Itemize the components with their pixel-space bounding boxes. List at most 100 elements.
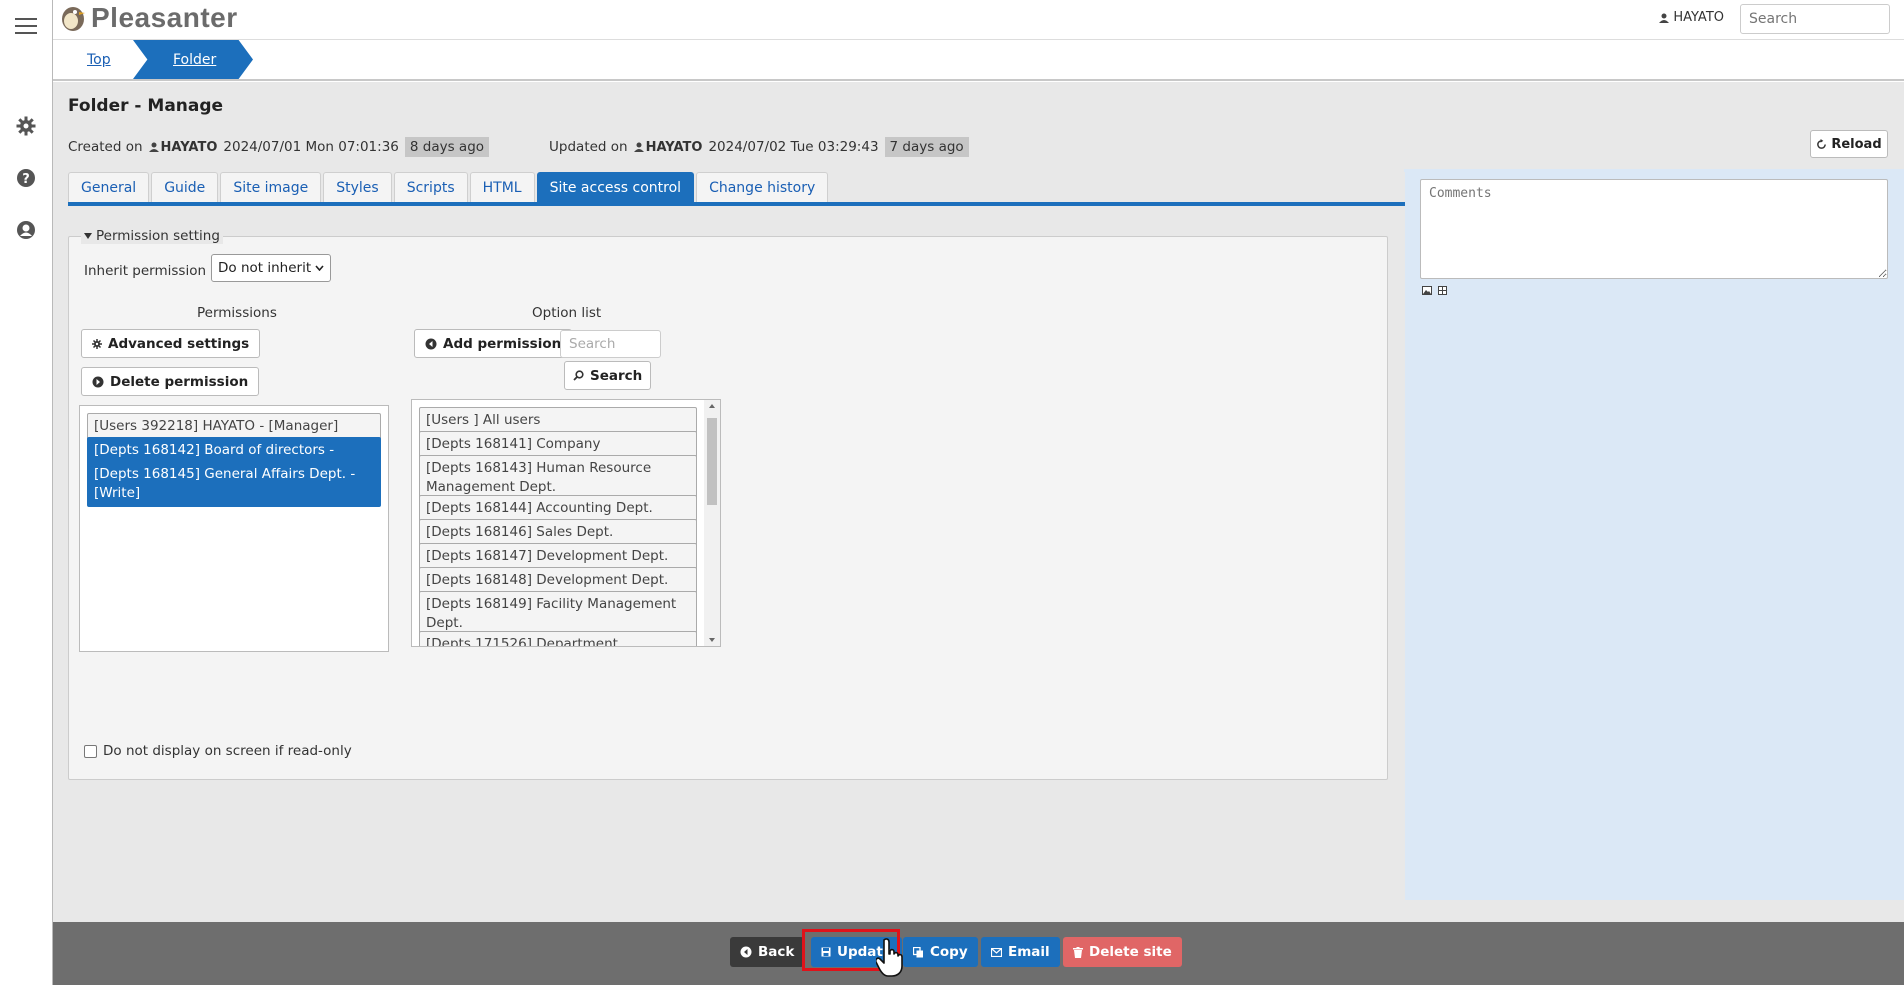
tab-change-history[interactable]: Change history: [696, 172, 829, 202]
tab-strip: General Guide Site image Styles Scripts …: [68, 172, 829, 202]
tab-styles[interactable]: Styles: [323, 172, 392, 202]
reload-label: Reload: [1831, 136, 1882, 152]
main-content: Folder - Manage Created on HAYATO 2024/0…: [53, 82, 1904, 922]
page-title: Folder - Manage: [68, 96, 224, 116]
option-search-input[interactable]: Search: [560, 330, 661, 358]
pleasanter-bird-icon: [62, 7, 85, 31]
updated-label: Updated on: [549, 139, 628, 155]
updated-ago-badge: 7 days ago: [884, 137, 969, 157]
tab-guide[interactable]: Guide: [151, 172, 219, 202]
envelope-icon: [991, 947, 1002, 957]
gear-icon: [92, 338, 102, 349]
app-logo[interactable]: Pleasanter: [59, 2, 238, 34]
delete-permission-button[interactable]: Delete permission: [81, 367, 260, 396]
inherit-permission-value: Do not inherit: [218, 260, 312, 276]
breadcrumb: Top Folder: [53, 40, 1904, 81]
breadcrumb-folder-link[interactable]: Folder: [133, 40, 253, 79]
arrow-right-circle-icon: [92, 376, 104, 387]
email-label: Email: [1008, 944, 1050, 960]
help-icon[interactable]: ?: [12, 164, 40, 192]
gear-icon[interactable]: [12, 112, 40, 140]
advanced-settings-button[interactable]: Advanced settings: [81, 329, 261, 358]
created-user-name: HAYATO: [160, 139, 218, 155]
back-arrow-icon: [740, 946, 752, 958]
add-permission-button[interactable]: Add permission: [414, 329, 573, 358]
option-item[interactable]: [Users ] All users: [419, 407, 697, 434]
left-rail: ?: [0, 0, 53, 985]
created-timestamp: 2024/07/01 Mon 07:01:36: [223, 139, 399, 155]
updated-timestamp: 2024/07/02 Tue 03:29:43: [708, 139, 879, 155]
permissions-listbox[interactable]: [Users 392218] HAYATO - [Manager] [Depts…: [79, 405, 389, 652]
created-user[interactable]: HAYATO: [148, 139, 218, 155]
top-header: Pleasanter HAYATO: [53, 0, 1904, 40]
option-item[interactable]: [Depts 168146] Sales Dept.: [419, 519, 697, 546]
tab-general[interactable]: General: [68, 172, 150, 202]
readonly-checkbox[interactable]: [84, 744, 97, 758]
global-search-input[interactable]: [1740, 4, 1890, 34]
manage-tabs-panel: General Guide Site image Styles Scripts …: [68, 172, 1405, 900]
tab-site-access-control[interactable]: Site access control: [536, 172, 695, 202]
permissions-heading: Permissions: [197, 305, 277, 321]
updated-user-name: HAYATO: [645, 139, 703, 155]
permission-item[interactable]: [Depts 168145] General Affairs Dept. - […: [87, 461, 381, 507]
copy-label: Copy: [930, 944, 968, 960]
updated-user[interactable]: HAYATO: [633, 139, 703, 155]
tab-underline: [68, 202, 1405, 206]
delete-site-button[interactable]: Delete site: [1063, 937, 1182, 967]
trash-icon: [1073, 946, 1083, 958]
scrollbar-thumb[interactable]: [707, 418, 717, 505]
user-icon: [1659, 13, 1670, 23]
reload-button[interactable]: Reload: [1810, 130, 1888, 158]
tab-scripts[interactable]: Scripts: [393, 172, 468, 202]
svg-text:?: ?: [22, 172, 30, 187]
option-item[interactable]: [Depts 168141] Company: [419, 431, 697, 458]
chevron-down-icon: [315, 265, 324, 271]
hand-pointer-cursor-icon: [876, 938, 903, 977]
scroll-down-arrow-icon[interactable]: [704, 634, 720, 646]
collapse-triangle-icon: [84, 233, 92, 239]
hamburger-menu-icon[interactable]: [12, 12, 40, 40]
tab-html[interactable]: HTML: [469, 172, 535, 202]
email-button[interactable]: Email: [981, 937, 1060, 967]
reload-icon: [1817, 138, 1827, 149]
back-button[interactable]: Back: [730, 937, 805, 967]
advanced-settings-label: Advanced settings: [108, 335, 250, 352]
option-item[interactable]: [Depts 168144] Accounting Dept.: [419, 495, 697, 522]
permission-setting-title: Permission setting: [96, 228, 220, 244]
user-icon: [633, 142, 644, 152]
back-label: Back: [758, 944, 795, 960]
scroll-up-arrow-icon[interactable]: [704, 400, 720, 412]
table-insert-icon[interactable]: [1438, 286, 1447, 295]
copy-button[interactable]: Copy: [903, 937, 978, 967]
image-upload-icon[interactable]: [1422, 286, 1432, 295]
inherit-permission-select[interactable]: Do not inherit: [211, 254, 331, 282]
record-meta: Created on HAYATO 2024/07/01 Mon 07:01:3…: [68, 137, 969, 157]
action-bar: Back Update Copy Email Delete site: [53, 922, 1904, 985]
app-name: Pleasanter: [91, 2, 238, 33]
comments-textarea[interactable]: [1420, 179, 1888, 279]
readonly-checkbox-row[interactable]: Do not display on screen if read-only: [84, 743, 352, 759]
delete-permission-label: Delete permission: [110, 373, 249, 390]
permission-setting-legend[interactable]: Permission setting: [81, 228, 223, 244]
copy-icon: [913, 946, 923, 957]
delete-site-label: Delete site: [1089, 944, 1172, 960]
comments-pane: [1404, 169, 1904, 900]
tab-site-image[interactable]: Site image: [220, 172, 322, 202]
user-icon: [148, 142, 159, 152]
add-permission-label: Add permission: [443, 335, 562, 352]
option-listbox[interactable]: [Users ] All users [Depts 168141] Compan…: [411, 399, 721, 647]
user-account-icon[interactable]: [12, 216, 40, 244]
option-search-label: Search: [590, 367, 643, 384]
created-label: Created on: [68, 139, 143, 155]
readonly-checkbox-label: Do not display on screen if read-only: [103, 743, 352, 759]
permission-setting-fieldset: Permission setting Inherit permission Do…: [68, 228, 1388, 780]
inherit-permission-label: Inherit permission: [84, 263, 207, 279]
current-user[interactable]: HAYATO: [1659, 10, 1724, 25]
permission-item[interactable]: [Users 392218] HAYATO - [Manager]: [87, 413, 381, 440]
option-list-scrollbar[interactable]: [704, 400, 720, 646]
option-item[interactable]: [Depts 171526] Department Information: [419, 631, 697, 646]
option-list-heading: Option list: [532, 305, 602, 321]
option-search-button[interactable]: Search: [564, 361, 652, 390]
search-icon: [573, 370, 584, 381]
current-user-name: HAYATO: [1673, 10, 1724, 25]
